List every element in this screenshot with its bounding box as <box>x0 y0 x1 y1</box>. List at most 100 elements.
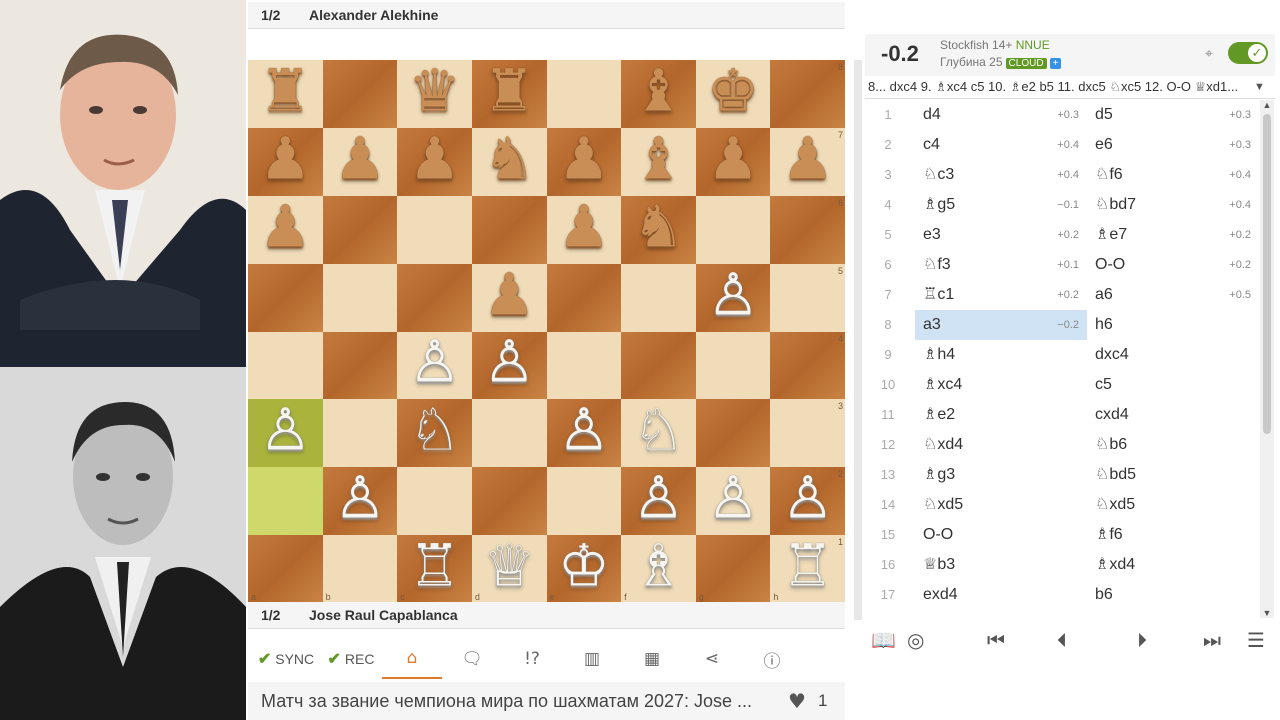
square-e6[interactable]: ♟ <box>546 195 622 264</box>
white-piece[interactable]: ♙ <box>632 469 684 527</box>
square-e1[interactable]: ♔ e <box>546 535 622 603</box>
white-move[interactable]: ♗g3 <box>915 460 1087 490</box>
scroll-thumb[interactable] <box>1263 114 1271 434</box>
square-g1[interactable]: g <box>695 535 771 603</box>
square-g6[interactable] <box>695 195 771 264</box>
white-piece[interactable]: ♘ <box>632 401 684 459</box>
engine-toggle[interactable]: ✓ <box>1228 42 1268 64</box>
square-d5[interactable]: ♟ <box>471 263 547 332</box>
board-grid[interactable]: ♜ ♛ ♜ ♝ ♚ 8 ♟ ♟ ♟ ♞ ♟ ♝ ♟ ♟ 7 ♟ ♟ ♞ 6 ♟ ♙ 5 ♙ ♙ 4 ♙ ♘ ♙ ♘ 3 ♙ ♙ ♙ ♙ 2 a b ♖ c ♕… <box>248 60 845 603</box>
black-piece[interactable]: ♜ <box>483 61 535 119</box>
white-piece[interactable]: ♕ <box>483 537 535 595</box>
info-icon[interactable]: ⓘ <box>742 640 802 678</box>
chessboard[interactable]: ♜ ♛ ♜ ♝ ♚ 8 ♟ ♟ ♟ ♞ ♟ ♝ ♟ ♟ 7 ♟ ♟ ♞ 6 ♟ ♙ 5 ♙ ♙ 4 ♙ ♘ ♙ ♘ 3 ♙ ♙ ♙ ♙ 2 a b ♖ c ♕… <box>248 60 845 603</box>
dropdown-arrow-icon[interactable]: ▼ <box>1254 81 1265 93</box>
square-c4[interactable]: ♙ <box>397 331 472 400</box>
square-c1[interactable]: ♖ c <box>397 535 472 603</box>
white-move[interactable]: exd4 <box>915 580 1087 610</box>
black-piece[interactable]: ♜ <box>259 61 311 119</box>
glyph-icon[interactable]: !? <box>502 640 562 678</box>
plus-icon[interactable]: + <box>1049 58 1062 69</box>
white-move[interactable]: ♗g5 −0.1 <box>915 190 1087 220</box>
black-move[interactable]: ♘bd7 +0.4 <box>1087 190 1259 220</box>
white-move[interactable]: ♘xd4 <box>915 430 1087 460</box>
black-piece[interactable]: ♟ <box>409 129 461 187</box>
black-move[interactable]: ♗xd4 <box>1087 550 1259 580</box>
square-g5[interactable]: ♙ <box>695 263 771 332</box>
black-piece[interactable]: ♝ <box>632 129 684 187</box>
white-move[interactable]: O-O <box>915 520 1087 550</box>
crosshair-icon[interactable]: ⌖ <box>1205 46 1213 62</box>
square-g7[interactable]: ♟ <box>695 127 771 196</box>
square-e5[interactable] <box>546 263 622 332</box>
square-a6[interactable]: ♟ <box>248 195 323 264</box>
prev-move-icon[interactable]: ⏴ <box>1057 628 1067 652</box>
square-h4[interactable]: 4 <box>770 331 845 400</box>
square-c2[interactable] <box>397 467 472 536</box>
player-name-top[interactable]: Alexander Alekhine <box>309 7 438 23</box>
black-move[interactable]: O-O +0.2 <box>1087 250 1259 280</box>
menu-icon[interactable]: ☰ <box>1247 628 1265 652</box>
square-e7[interactable]: ♟ <box>546 127 622 196</box>
square-c8[interactable]: ♛ <box>397 60 472 128</box>
square-a8[interactable]: ♜ <box>248 60 323 128</box>
white-move[interactable]: ♕b3 <box>915 550 1087 580</box>
square-d3[interactable] <box>471 399 547 468</box>
square-c3[interactable]: ♘ <box>397 399 472 468</box>
black-move[interactable]: cxd4 <box>1087 400 1259 430</box>
square-a2[interactable] <box>248 467 323 536</box>
square-b6[interactable] <box>322 195 398 264</box>
black-piece[interactable]: ♟ <box>259 129 311 187</box>
black-piece[interactable]: ♟ <box>334 129 386 187</box>
square-f4[interactable] <box>621 331 696 400</box>
comment-icon[interactable]: 🗨 <box>442 640 502 678</box>
white-move[interactable]: e3 +0.2 <box>915 220 1087 250</box>
chart-icon[interactable]: ▥ <box>562 640 622 678</box>
grid-icon[interactable]: ▦ <box>622 640 682 678</box>
white-move[interactable]: a3 −0.2 <box>915 310 1087 340</box>
black-piece[interactable]: ♟ <box>707 129 759 187</box>
black-move[interactable]: h6 <box>1087 310 1259 340</box>
black-move[interactable]: ♘f6 +0.4 <box>1087 160 1259 190</box>
study-title[interactable]: Матч за звание чемпиона мира по шахматам… <box>261 691 771 712</box>
square-d7[interactable]: ♞ <box>471 127 547 196</box>
square-a3[interactable]: ♙ <box>248 399 323 468</box>
white-move[interactable]: ♘xd5 <box>915 490 1087 520</box>
white-move[interactable]: ♖c1 +0.2 <box>915 280 1087 310</box>
square-b5[interactable] <box>322 263 398 332</box>
rec-button[interactable]: ✔ REC <box>320 640 382 678</box>
square-b8[interactable] <box>322 60 398 128</box>
square-f5[interactable] <box>621 263 696 332</box>
white-move[interactable]: c4 +0.4 <box>915 130 1087 160</box>
white-move[interactable]: ♗e2 <box>915 400 1087 430</box>
black-move[interactable]: b6 <box>1087 580 1259 610</box>
square-d2[interactable] <box>471 467 547 536</box>
white-piece[interactable]: ♘ <box>409 401 461 459</box>
square-e4[interactable] <box>546 331 622 400</box>
black-move[interactable]: ♗f6 <box>1087 520 1259 550</box>
square-e2[interactable] <box>546 467 622 536</box>
black-piece[interactable]: ♞ <box>483 129 535 187</box>
white-piece[interactable]: ♖ <box>409 537 461 595</box>
square-h2[interactable]: ♙ 2 <box>770 467 845 536</box>
white-piece[interactable]: ♗ <box>632 537 684 595</box>
share-icon[interactable]: ⋖ <box>682 640 742 678</box>
square-f6[interactable]: ♞ <box>621 195 696 264</box>
scroll-down-icon[interactable]: ▼ <box>1260 608 1274 618</box>
square-h5[interactable]: 5 <box>770 263 845 332</box>
white-piece[interactable]: ♙ <box>259 401 311 459</box>
square-f2[interactable]: ♙ <box>621 467 696 536</box>
square-a4[interactable] <box>248 331 323 400</box>
square-f3[interactable]: ♘ <box>621 399 696 468</box>
white-move[interactable]: ♗h4 <box>915 340 1087 370</box>
black-move[interactable]: ♘bd5 <box>1087 460 1259 490</box>
white-piece[interactable]: ♙ <box>483 333 535 391</box>
square-d8[interactable]: ♜ <box>471 60 547 128</box>
player-name-bottom[interactable]: Jose Raul Capablanca <box>309 607 458 623</box>
white-piece[interactable]: ♙ <box>782 469 834 527</box>
engine-pv[interactable]: 8... dxc4 9. ♗xc4 c5 10. ♗e2 b5 11. dxc5… <box>865 76 1275 99</box>
square-g3[interactable] <box>695 399 771 468</box>
black-piece[interactable]: ♟ <box>558 197 610 255</box>
square-d1[interactable]: ♕ d <box>471 535 547 603</box>
black-move[interactable]: ♘b6 <box>1087 430 1259 460</box>
